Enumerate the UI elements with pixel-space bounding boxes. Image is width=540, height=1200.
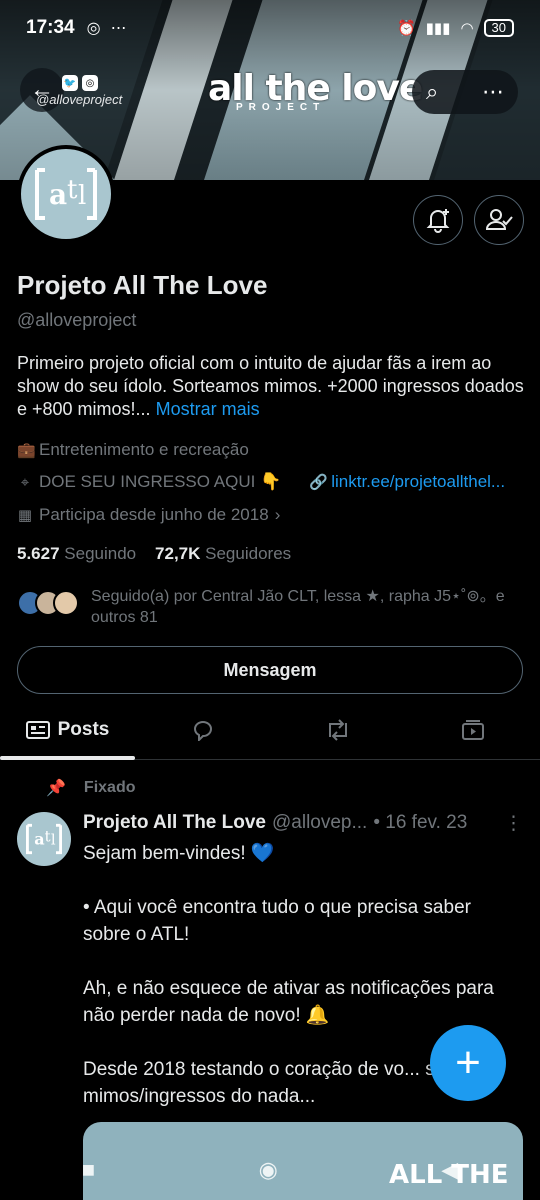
svg-text:t: t: [67, 175, 78, 205]
more-notifications-icon: ⋯: [110, 20, 127, 37]
svg-text:l: l: [51, 831, 56, 849]
profile-tabs: Posts: [0, 700, 540, 760]
profile-avatar[interactable]: a t l: [17, 145, 115, 243]
avatar: [53, 590, 79, 616]
location-pin-icon: ⌖: [20, 473, 30, 491]
website-link[interactable]: linktr.ee/projetoallthel...: [331, 472, 505, 492]
followers-stat[interactable]: 72,7K Seguidores: [155, 544, 291, 563]
category-text: Entretenimento e recreação: [39, 440, 249, 459]
profile-name: Projeto All The Love: [17, 270, 268, 300]
message-button[interactable]: Mensagem: [17, 646, 523, 694]
profile-handle: @alloveproject: [17, 310, 137, 330]
svg-text:l: l: [78, 181, 86, 211]
pinned-label: Fixado: [83, 779, 136, 796]
tweet-date: • 16 fev. 23: [373, 812, 468, 833]
tab-reposts[interactable]: [270, 700, 405, 759]
alarm-off-icon: ⏰: [396, 20, 416, 37]
banner-logo-subtitle: PROJECT: [236, 102, 326, 113]
chevron-right-icon: ›: [274, 505, 281, 524]
following-button[interactable]: [474, 195, 524, 245]
show-more-link[interactable]: Mostrar mais: [156, 399, 260, 419]
status-bar: 17:34 ◎ ⋯ ⏰ ▮▮▮ ◠ 30: [0, 0, 540, 56]
profile-bio: Primeiro projeto oficial com o intuito d…: [17, 352, 527, 421]
svg-text:t: t: [45, 827, 51, 845]
plus-icon: +: [455, 1038, 481, 1087]
briefcase-icon: 💼: [17, 442, 36, 459]
atl-logo-icon: a t l: [35, 168, 97, 220]
tweet-handle: @allovep...: [272, 812, 368, 833]
tweet-avatar[interactable]: a t l: [17, 812, 71, 866]
signal-icon: ▮▮▮: [425, 20, 451, 37]
pinned-indicator: 📌 Fixado: [46, 778, 135, 798]
wifi-icon: ◠: [460, 20, 474, 37]
follow-stats: 5.627 Seguindo 72,7K Seguidores: [17, 544, 291, 564]
tweet-author[interactable]: Projeto All The Love: [83, 812, 266, 835]
reply-icon: [193, 720, 212, 741]
joined-text: Participa desde junho de 2018: [39, 505, 269, 524]
media-icon: [461, 719, 484, 740]
compose-button[interactable]: +: [430, 1025, 506, 1101]
instagram-icon: ◎: [82, 75, 98, 91]
recent-apps-icon[interactable]: ■: [82, 1157, 95, 1183]
posts-icon: [25, 720, 50, 739]
atl-logo-icon: a t l: [26, 823, 62, 855]
notifications-button[interactable]: [413, 195, 463, 245]
tweet-line: Ah, e não esquece de ativar as notificaç…: [83, 978, 494, 1026]
user-check-icon: [485, 209, 513, 230]
followed-by[interactable]: Seguido(a) por Central Jão CLT, lessa ★,…: [17, 586, 511, 628]
link-icon: 🔗: [309, 474, 328, 491]
tab-replies[interactable]: [135, 700, 270, 759]
following-stat[interactable]: 5.627 Seguindo: [17, 544, 136, 563]
status-time: 17:34: [26, 17, 75, 38]
tab-posts-label: Posts: [57, 718, 110, 740]
tweet-header: Projeto All The Love @allovep... • 16 fe…: [83, 812, 523, 835]
svg-text:a: a: [49, 178, 67, 211]
banner-handle: @alloveproject: [36, 92, 123, 107]
search-icon[interactable]: ⌕: [426, 79, 438, 105]
svg-text:a: a: [34, 830, 44, 849]
home-icon[interactable]: ◉: [259, 1157, 278, 1183]
bell-plus-icon: [426, 209, 450, 233]
twitter-icon: 🐦: [62, 75, 78, 91]
tweet-more-icon[interactable]: ⋮: [504, 812, 523, 835]
pin-icon: 📌: [46, 780, 66, 797]
header-actions: ⌕ ⋯: [412, 70, 518, 114]
back-nav-icon[interactable]: ◀: [441, 1157, 458, 1183]
instagram-icon: ◎: [86, 20, 101, 37]
more-options-icon[interactable]: ⋯: [482, 79, 504, 105]
tweet-line: • Aqui você encontra tudo o que precisa …: [83, 897, 471, 945]
battery-icon: 30: [483, 19, 514, 37]
banner-social-icons: 🐦 ◎: [62, 75, 98, 91]
tab-posts[interactable]: Posts: [0, 700, 135, 760]
followed-by-text: Seguido(a) por Central Jão CLT, lessa ★,…: [91, 588, 505, 626]
location-text: DOE SEU INGRESSO AQUI 👇: [39, 472, 282, 491]
tab-media[interactable]: [405, 700, 540, 759]
profile-location: ⌖ DOE SEU INGRESSO AQUI 👇 🔗 linktr.ee/pr…: [17, 472, 505, 492]
bio-text: Primeiro projeto oficial com o intuito d…: [17, 353, 524, 419]
profile-joined[interactable]: ▦ Participa desde junho de 2018 ›: [17, 505, 280, 525]
profile-category: 💼 Entretenimento e recreação: [17, 440, 249, 460]
system-navigation: ■ ◉ ◀: [0, 1140, 540, 1200]
repost-icon: [328, 718, 347, 741]
follower-avatars: [17, 590, 79, 628]
tweet-line: Sejam bem-vindes! 💙: [83, 843, 275, 864]
calendar-icon: ▦: [17, 507, 33, 524]
